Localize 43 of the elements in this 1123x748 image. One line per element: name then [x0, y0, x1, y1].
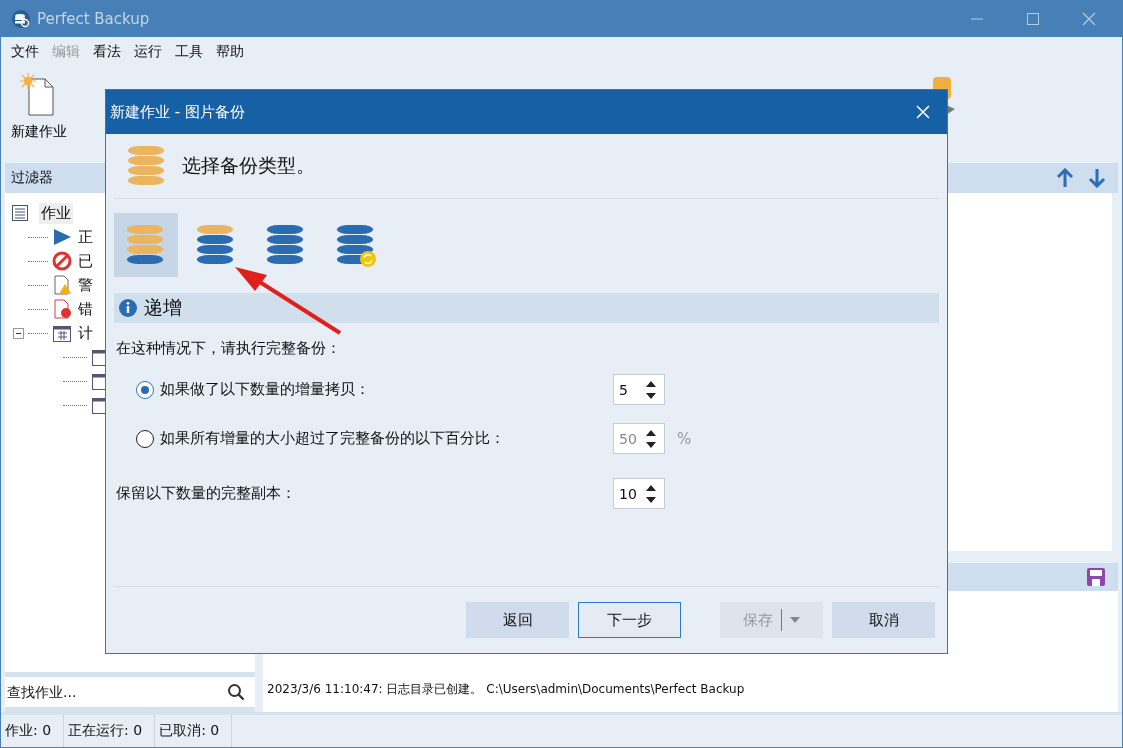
dialog-button[interactable]: 取消 [832, 602, 935, 638]
number-spinner[interactable]: 5 [613, 374, 665, 405]
log-entry: 2023/3/6 11:10:47: 日志目录已创建。 C:\Users\admin\Documents\Perfect Backup [267, 681, 746, 698]
tree-item[interactable]: 已 [76, 250, 95, 272]
full-backup-button[interactable] [114, 213, 178, 277]
app-icon [11, 9, 31, 29]
info-icon [118, 298, 138, 318]
tree-item[interactable]: 计 [76, 322, 95, 344]
maximize-icon[interactable] [1026, 12, 1040, 26]
warning-document-icon [52, 275, 72, 295]
search-icon[interactable] [227, 683, 245, 701]
forbidden-icon [52, 251, 72, 271]
menu-item[interactable]: 看法 [93, 43, 121, 61]
menu-item[interactable]: 文件 [11, 43, 39, 61]
up-arrow-icon[interactable] [1056, 168, 1074, 188]
down-arrow-icon[interactable] [1088, 168, 1106, 188]
dialog-button[interactable]: 下一步 [578, 602, 681, 638]
status-text: 已取消: 0 [155, 715, 233, 747]
keep-label: 保留以下数量的完整副本： [116, 484, 296, 503]
menu-item[interactable]: 帮助 [216, 43, 244, 61]
tree-item[interactable]: 警 [76, 274, 95, 296]
save-icon[interactable] [1086, 567, 1106, 587]
intro-text: 在这种情况下，请执行完整备份： [115, 339, 342, 358]
new-job-button[interactable]: 新建作业 [9, 67, 69, 147]
section-title: 递增 [144, 295, 182, 320]
menu-item[interactable]: 工具 [175, 43, 203, 61]
tree-item[interactable]: 正 [76, 226, 95, 248]
tree-item[interactable]: 错 [76, 298, 95, 320]
unit-label: % [676, 429, 693, 448]
dialog-title: 新建作业 - 图片备份 [110, 102, 245, 122]
window-title: Perfect Backup [37, 10, 150, 28]
radio-option[interactable]: 如果做了以下数量的增量拷贝： [114, 380, 370, 399]
number-spinner[interactable]: 10 [613, 478, 665, 509]
dialog-button[interactable]: 返回 [466, 602, 569, 638]
calendar-icon [52, 323, 72, 343]
list-icon [11, 204, 29, 222]
play-icon [52, 227, 72, 247]
error-document-icon [52, 299, 72, 319]
status-text: 正在运行: 0 [64, 715, 156, 747]
tree-item[interactable]: 作业 [39, 202, 73, 224]
menu-item[interactable]: 运行 [134, 43, 162, 61]
collapse-icon[interactable] [13, 327, 24, 339]
status-text: 作业: 0 [1, 715, 65, 747]
